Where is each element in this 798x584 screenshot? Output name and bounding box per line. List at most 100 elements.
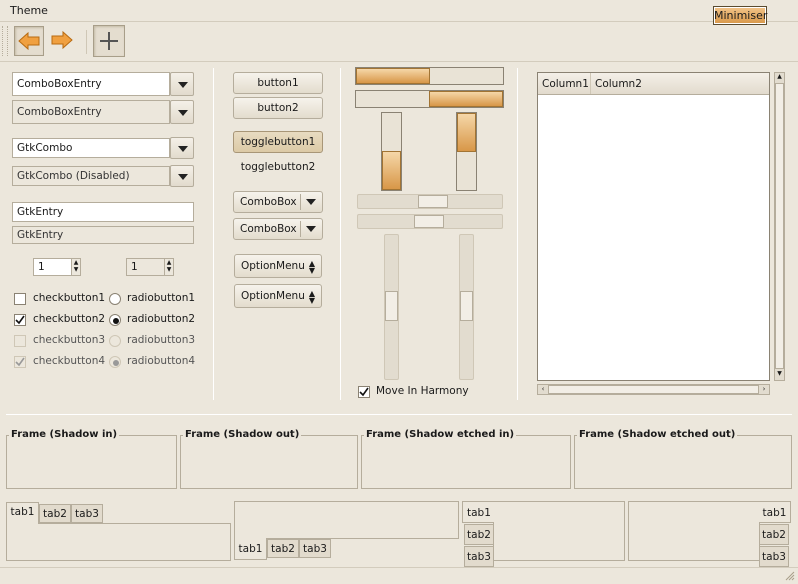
togglebutton1[interactable]: togglebutton1 (233, 131, 323, 153)
gtkentry-1[interactable]: GtkEntry (12, 202, 194, 222)
column-separator-3 (517, 68, 518, 400)
checkmark-icon (15, 357, 25, 367)
gtkcombo-dropdown[interactable] (170, 137, 194, 159)
spinbutton-2-arrows: ▲ ▼ (164, 259, 173, 275)
combobox-2-label: ComboBox (240, 223, 297, 235)
comboboxentry-2-input[interactable]: ComboBoxEntry (12, 100, 170, 124)
vscale-2-thumb[interactable] (460, 291, 473, 321)
tree-vscrollbar-thumb[interactable] (775, 83, 784, 369)
tree-view[interactable]: Column1 Column2 (537, 72, 770, 381)
comboboxentry-1-dropdown[interactable] (170, 72, 194, 96)
notebook-bottom-tab1[interactable]: tab1 (234, 538, 267, 560)
updown-arrows-icon: ▲ ▼ (308, 289, 315, 305)
forward-button[interactable] (48, 26, 78, 56)
frame-shadow-in-title: Frame (Shadow in) (9, 429, 120, 440)
tree-vscrollbar[interactable]: ▲ ▼ (774, 72, 785, 381)
column1-header[interactable]: Column1 (538, 73, 591, 94)
button2[interactable]: button2 (233, 97, 323, 119)
gtkentry-2: GtkEntry (12, 226, 194, 244)
radio-dot-icon (113, 318, 119, 324)
notebook-top-tab3[interactable]: tab3 (71, 504, 103, 523)
notebook-bottom-tab2[interactable]: tab2 (267, 539, 299, 558)
chevron-down-icon (306, 199, 316, 205)
scroll-right-icon[interactable]: › (759, 385, 769, 394)
combobox-2[interactable]: ComboBox (233, 218, 323, 240)
spinbutton-1[interactable]: 1 ▲ ▼ (33, 258, 81, 276)
chevron-down-icon (178, 82, 188, 88)
gtkcombo-disabled-input: GtkCombo (Disabled) (12, 166, 170, 186)
toolbar-grip[interactable] (2, 26, 8, 56)
notebook-top-tab2[interactable]: tab2 (39, 504, 71, 523)
scroll-down-icon[interactable]: ▼ (775, 370, 784, 380)
gtkcombo-disabled-dropdown (170, 165, 194, 187)
back-button[interactable] (14, 26, 44, 56)
scroll-up-icon[interactable]: ▲ (775, 73, 784, 83)
frame-shadow-out-title: Frame (Shadow out) (183, 429, 302, 440)
tree-hscrollbar[interactable]: ‹ › (537, 384, 770, 395)
move-in-harmony-label[interactable]: Move In Harmony (376, 385, 469, 397)
checkbutton-4-label: checkbutton4 (33, 355, 106, 367)
chevron-down-icon (178, 110, 188, 116)
hscale-2-thumb[interactable] (414, 215, 444, 228)
notebook-bottom-tab3[interactable]: tab3 (299, 539, 331, 558)
progressbar-horizontal-1-fill (356, 68, 430, 84)
column-separator-2 (340, 68, 341, 400)
scroll-left-icon[interactable]: ‹ (538, 385, 548, 394)
notebook-right-tab3[interactable]: tab3 (759, 546, 789, 567)
frame-shadow-etched-in-title: Frame (Shadow etched in) (364, 429, 517, 440)
optionmenu-2[interactable]: OptionMenu ▲ ▼ (234, 284, 322, 308)
checkbutton-2-label[interactable]: checkbutton2 (33, 313, 105, 325)
togglebutton2[interactable]: togglebutton2 (233, 156, 323, 178)
resize-grip-icon[interactable] (783, 569, 795, 581)
notebook-right-tab2[interactable]: tab2 (759, 524, 789, 545)
hscale-1-thumb[interactable] (418, 195, 448, 208)
spinbutton-1-value: 1 (38, 261, 45, 273)
comboboxentry-2-dropdown[interactable] (170, 100, 194, 124)
tree-header: Column1 Column2 (538, 73, 769, 95)
radiobutton-1-label[interactable]: radiobutton1 (127, 292, 195, 304)
optionmenu-2-label: OptionMenu (241, 290, 305, 302)
checkbutton-2-box[interactable] (14, 314, 26, 326)
checkbutton-3-box (14, 335, 26, 347)
radiobutton-3-label: radiobutton3 (127, 334, 196, 346)
plus-icon (100, 32, 118, 50)
checkmark-icon (15, 315, 25, 325)
notebook-left-tab3[interactable]: tab3 (464, 546, 494, 567)
spinbutton-1-arrows[interactable]: ▲ ▼ (71, 259, 80, 275)
vscale-1-thumb[interactable] (385, 291, 398, 321)
add-button[interactable] (93, 25, 125, 57)
chevron-down-icon (306, 226, 316, 232)
chevron-down-icon (178, 146, 188, 152)
optionmenu-1[interactable]: OptionMenu ▲ ▼ (234, 254, 322, 278)
notebook-right-page (628, 501, 760, 561)
arrow-left-icon (18, 31, 40, 51)
notebook-left-tab1[interactable]: tab1 (462, 501, 494, 523)
gtkcombo-input[interactable]: GtkCombo (12, 138, 170, 158)
notebook-right-tab1[interactable]: tab1 (759, 501, 791, 523)
frame-shadow-in (6, 435, 177, 489)
radiobutton-4-label: radiobutton4 (127, 355, 196, 367)
horizontal-separator (6, 414, 792, 415)
column-separator-1 (213, 68, 214, 400)
checkbutton-1-label[interactable]: checkbutton1 (33, 292, 105, 304)
radiobutton-2-label[interactable]: radiobutton2 (127, 313, 195, 325)
menubar (0, 0, 798, 22)
radiobutton-1-circle[interactable] (109, 293, 121, 305)
frame-shadow-etched-out-title: Frame (Shadow etched out) (577, 429, 738, 440)
menu-theme[interactable]: Theme (10, 4, 48, 17)
button1[interactable]: button1 (233, 72, 323, 94)
combobox-1[interactable]: ComboBox (233, 191, 323, 213)
column2-header[interactable]: Column2 (591, 73, 769, 94)
notebook-top-tab1[interactable]: tab1 (6, 502, 39, 524)
radiobutton-2-circle[interactable] (109, 314, 121, 326)
combobox-divider (300, 221, 301, 237)
progressbar-vertical-2-fill (457, 113, 476, 152)
checkbutton-1-box[interactable] (14, 293, 26, 305)
frame-shadow-out (180, 435, 358, 489)
spinbutton-2: 1 ▲ ▼ (126, 258, 174, 276)
comboboxentry-1-input[interactable]: ComboBoxEntry (12, 72, 170, 96)
move-in-harmony-box[interactable] (358, 386, 370, 398)
radiobutton-3-circle (109, 335, 121, 347)
tree-hscrollbar-thumb[interactable] (548, 385, 759, 394)
notebook-left-tab2[interactable]: tab2 (464, 524, 494, 545)
